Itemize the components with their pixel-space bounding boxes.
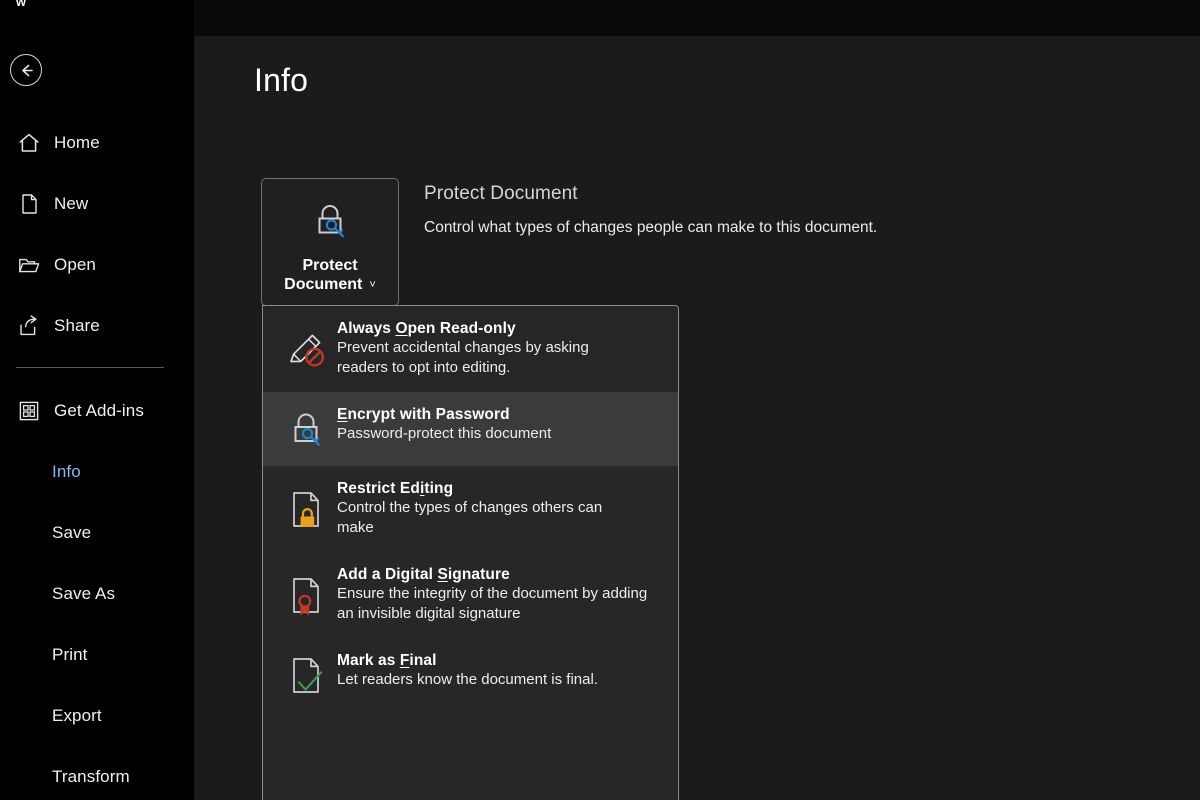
sidebar-item-label: Save As: [52, 584, 115, 604]
sidebar-item-label: Open: [54, 255, 96, 275]
sidebar-menu: Home New Open: [0, 112, 194, 800]
menu-item-description: Control the types of changes others can …: [337, 498, 637, 538]
sidebar-item-label: New: [54, 194, 88, 214]
sidebar-item-save-as[interactable]: Save As: [0, 563, 194, 624]
sidebar-item-open[interactable]: Open: [0, 234, 194, 295]
sidebar-item-save[interactable]: Save: [0, 502, 194, 563]
back-arrow-icon[interactable]: [10, 54, 42, 86]
menu-item-body: Mark as Final Let readers know the docum…: [333, 652, 662, 698]
menu-item-description: Prevent accidental changes by asking rea…: [337, 338, 637, 378]
padlock-key-icon: [281, 406, 333, 452]
protect-document-heading: Protect Document: [424, 183, 578, 205]
sidebar-divider: [16, 367, 164, 368]
sidebar-item-get-add-ins[interactable]: Get Add-ins: [0, 380, 194, 441]
sidebar-item-label: Get Add-ins: [54, 401, 144, 421]
app-window: W Document1 - Word Home: [0, 0, 1200, 800]
sidebar-item-label: Share: [54, 316, 100, 336]
protect-button-line2-row: Document ˅: [284, 276, 376, 294]
sidebar-item-label: Save: [52, 523, 91, 543]
sidebar-item-label: Home: [54, 133, 100, 153]
pencil-no-entry-icon: [281, 320, 333, 378]
protect-button-line2: Document: [284, 276, 362, 294]
sidebar-item-label: Print: [52, 645, 87, 665]
protect-document-button[interactable]: Protect Document ˅: [261, 178, 399, 306]
page-title: Info: [254, 62, 308, 99]
menu-item-title: Encrypt with Password: [337, 406, 510, 423]
document-signature-seal-icon: [281, 566, 333, 624]
menu-item-body: Add a Digital Signature Ensure the integ…: [333, 566, 662, 624]
menu-item-body: Restrict Editing Control the types of ch…: [333, 480, 662, 538]
menu-item-always-open-read-only[interactable]: Always Open Read-only Prevent accidental…: [263, 306, 678, 392]
page-icon: [14, 189, 44, 219]
menu-item-body: Encrypt with Password Password-protect t…: [333, 406, 662, 452]
menu-item-restrict-editing[interactable]: Restrict Editing Control the types of ch…: [263, 466, 678, 552]
sidebar-item-label: Transform: [52, 767, 130, 787]
sidebar-item-share[interactable]: Share: [0, 295, 194, 356]
sidebar-item-label: Export: [52, 706, 102, 726]
document-orange-lock-icon: [281, 480, 333, 538]
sidebar-item-home[interactable]: Home: [0, 112, 194, 173]
lock-key-icon: [308, 199, 352, 248]
word-logo-letter: W: [16, 0, 26, 9]
menu-item-description: Ensure the integrity of the document by …: [337, 584, 657, 624]
protect-document-menu: Always Open Read-only Prevent accidental…: [262, 305, 679, 800]
sidebar-item-transform[interactable]: Transform: [0, 746, 194, 800]
menu-item-title: Mark as Final: [337, 652, 437, 669]
share-icon: [14, 311, 44, 341]
document-check-icon: [281, 652, 333, 698]
menu-item-add-a-digital-signature[interactable]: Add a Digital Signature Ensure the integ…: [263, 552, 678, 638]
home-icon: [14, 128, 44, 158]
menu-item-description: Let readers know the document is final.: [337, 670, 637, 690]
protect-button-line1: Protect: [302, 257, 357, 275]
menu-item-mark-as-final[interactable]: Mark as Final Let readers know the docum…: [263, 638, 678, 712]
menu-item-title: Always Open Read-only: [337, 320, 516, 337]
menu-item-description: Password-protect this document: [337, 424, 637, 444]
grid-icon: [14, 396, 44, 426]
menu-item-title: Restrict Editing: [337, 480, 453, 497]
protect-document-description: Control what types of changes people can…: [424, 219, 877, 237]
sidebar-item-export[interactable]: Export: [0, 685, 194, 746]
menu-item-encrypt-with-password[interactable]: Encrypt with Password Password-protect t…: [263, 392, 678, 466]
menu-item-body: Always Open Read-only Prevent accidental…: [333, 320, 662, 378]
sidebar-item-new[interactable]: New: [0, 173, 194, 234]
folder-icon: [14, 250, 44, 280]
menu-item-title: Add a Digital Signature: [337, 566, 510, 583]
sidebar-item-label: Info: [52, 462, 81, 482]
chevron-down-icon: ˅: [369, 279, 375, 291]
sidebar-item-print[interactable]: Print: [0, 624, 194, 685]
sidebar-item-info[interactable]: Info: [0, 441, 194, 502]
backstage-sidebar: Home New Open: [0, 0, 194, 800]
